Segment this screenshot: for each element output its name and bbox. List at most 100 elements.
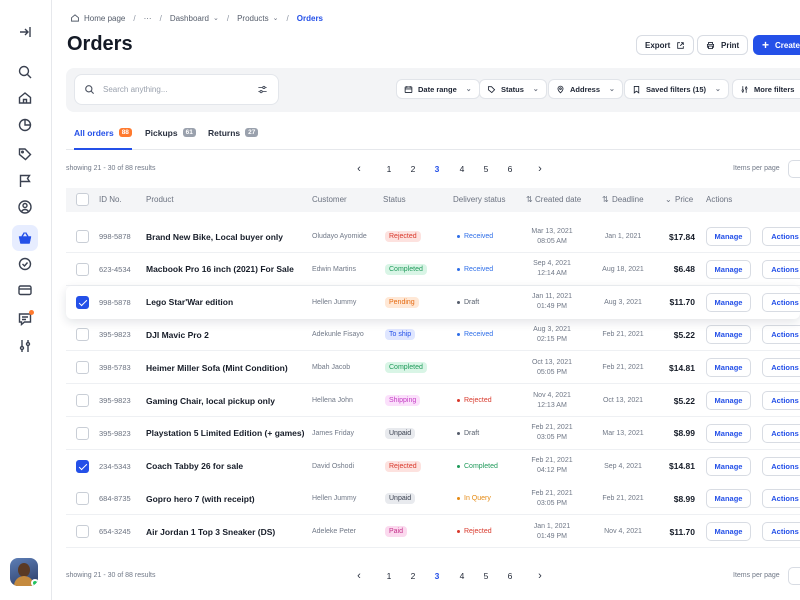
actions-button[interactable]: Actions bbox=[762, 522, 800, 542]
table-row[interactable]: 998-5878 Brand New Bike, Local buyer only… bbox=[66, 220, 800, 253]
print-button[interactable]: Print bbox=[697, 35, 749, 55]
tab-all-orders[interactable]: All orders 88 bbox=[74, 128, 132, 150]
page-4[interactable]: 4 bbox=[455, 161, 469, 177]
col-deadline[interactable]: Deadline bbox=[612, 195, 644, 204]
search-box[interactable] bbox=[74, 74, 279, 105]
saved-filters[interactable]: Saved filters (15) ⌄ bbox=[624, 79, 729, 99]
actions-button[interactable]: Actions bbox=[762, 391, 800, 410]
product-name[interactable]: Macbook Pro 16 inch (2021) For Sale bbox=[146, 253, 294, 286]
select-all-checkbox[interactable] bbox=[76, 193, 89, 206]
sort-down-icon[interactable]: ⌄ bbox=[665, 195, 672, 204]
settings-icon[interactable] bbox=[14, 335, 36, 357]
page-5[interactable]: 5 bbox=[479, 161, 493, 177]
tag-icon[interactable] bbox=[14, 143, 36, 165]
page-2[interactable]: 2 bbox=[406, 568, 420, 584]
product-name[interactable]: Air Jordan 1 Top 3 Sneaker (DS) bbox=[146, 515, 275, 548]
tab-returns[interactable]: Returns 27 bbox=[208, 128, 259, 150]
page-6[interactable]: 6 bbox=[503, 161, 517, 177]
manage-button[interactable]: Manage bbox=[706, 259, 751, 279]
row-checkbox[interactable] bbox=[76, 525, 89, 539]
table-row[interactable]: 395-9823 DJI Mavic Pro 2 Adekunle Fisayo To… bbox=[66, 318, 800, 352]
actions-button[interactable]: Actions bbox=[762, 358, 800, 378]
page-1[interactable]: 1 bbox=[382, 161, 396, 177]
sliders-icon[interactable] bbox=[257, 84, 268, 95]
manage-button[interactable]: Manage bbox=[706, 227, 751, 246]
breadcrumb-products[interactable]: Products bbox=[237, 14, 269, 23]
sort-icon[interactable]: ⇅ bbox=[526, 195, 533, 204]
row-checkbox[interactable] bbox=[76, 394, 89, 407]
page-3[interactable]: 3 bbox=[430, 161, 444, 177]
table-row[interactable]: 684-8735 Gopro hero 7 (with receipt) Helle… bbox=[66, 482, 800, 516]
row-checkbox[interactable] bbox=[76, 492, 89, 506]
row-checkbox[interactable] bbox=[76, 230, 89, 243]
user-icon[interactable] bbox=[14, 196, 36, 218]
row-checkbox[interactable] bbox=[76, 459, 89, 473]
items-per-page-select[interactable] bbox=[788, 160, 800, 178]
col-price[interactable]: Price bbox=[675, 195, 693, 204]
page-1[interactable]: 1 bbox=[382, 568, 396, 584]
chevron-left-icon[interactable]: ‹ bbox=[352, 568, 366, 584]
product-name[interactable]: Coach Tabby 26 for sale bbox=[146, 450, 243, 483]
page-3[interactable]: 3 bbox=[430, 568, 444, 584]
manage-button[interactable]: Manage bbox=[706, 522, 751, 542]
row-checkbox[interactable] bbox=[76, 361, 89, 375]
date-range-filter[interactable]: Date range ⌄ bbox=[396, 79, 480, 99]
home-icon[interactable] bbox=[14, 87, 36, 109]
row-checkbox[interactable] bbox=[76, 262, 89, 276]
actions-button[interactable]: Actions bbox=[762, 259, 800, 279]
table-row[interactable]: 234-5343 Coach Tabby 26 for sale David Osh… bbox=[66, 449, 800, 483]
table-row[interactable]: 998-5878 Lego Star'War edition Hellen Jumm… bbox=[66, 285, 800, 319]
card-icon[interactable] bbox=[14, 279, 36, 301]
manage-button[interactable]: Manage bbox=[706, 391, 751, 410]
chevron-left-icon[interactable]: ‹ bbox=[352, 161, 366, 177]
table-row[interactable]: 395-9823 Playstation 5 Limited Edition (+… bbox=[66, 416, 800, 450]
actions-button[interactable]: Actions bbox=[762, 489, 800, 509]
status-filter[interactable]: Status ⌄ bbox=[479, 79, 547, 99]
table-row[interactable]: 395-9823 Gaming Chair, local pickup only H… bbox=[66, 384, 800, 417]
export-button[interactable]: Export bbox=[636, 35, 695, 55]
col-created[interactable]: Created date bbox=[535, 195, 581, 204]
collapse-icon[interactable] bbox=[14, 21, 36, 43]
chevron-right-icon[interactable]: › bbox=[533, 568, 547, 584]
flag-icon[interactable] bbox=[14, 170, 36, 192]
chevron-right-icon[interactable]: › bbox=[533, 161, 547, 177]
more-filters[interactable]: More filters ⌄ bbox=[732, 79, 800, 99]
search-icon[interactable] bbox=[14, 61, 36, 83]
product-name[interactable]: Playstation 5 Limited Edition (+ games) bbox=[146, 417, 304, 450]
check-badge-icon[interactable] bbox=[14, 253, 36, 275]
row-checkbox[interactable] bbox=[76, 328, 89, 342]
avatar[interactable] bbox=[10, 558, 38, 586]
basket-icon[interactable] bbox=[12, 225, 38, 251]
product-name[interactable]: Brand New Bike, Local buyer only bbox=[146, 220, 283, 253]
manage-button[interactable]: Manage bbox=[706, 489, 751, 509]
manage-button[interactable]: Manage bbox=[706, 292, 751, 312]
page-2[interactable]: 2 bbox=[406, 161, 420, 177]
tab-pickups[interactable]: Pickups 61 bbox=[145, 128, 196, 150]
manage-button[interactable]: Manage bbox=[706, 423, 751, 443]
actions-button[interactable]: Actions bbox=[762, 227, 800, 246]
breadcrumb-ellipsis[interactable]: ··· bbox=[144, 14, 152, 23]
manage-button[interactable]: Manage bbox=[706, 358, 751, 378]
table-row[interactable]: 654-3245 Air Jordan 1 Top 3 Sneaker (DS) A… bbox=[66, 515, 800, 549]
sort-icon[interactable]: ⇅ bbox=[602, 195, 609, 204]
address-filter[interactable]: Address ⌄ bbox=[548, 79, 623, 99]
chat-icon[interactable] bbox=[14, 308, 36, 330]
actions-button[interactable]: Actions bbox=[762, 292, 800, 312]
product-name[interactable]: Lego Star'War edition bbox=[146, 286, 233, 319]
actions-button[interactable]: Actions bbox=[762, 456, 800, 476]
items-per-page-select-bottom[interactable] bbox=[788, 567, 800, 585]
product-name[interactable]: Gaming Chair, local pickup only bbox=[146, 384, 275, 417]
page-5[interactable]: 5 bbox=[479, 568, 493, 584]
manage-button[interactable]: Manage bbox=[706, 456, 751, 476]
breadcrumb-dashboard[interactable]: Dashboard bbox=[170, 14, 209, 23]
create-order-button[interactable]: + Create o bbox=[753, 35, 800, 55]
actions-button[interactable]: Actions bbox=[762, 423, 800, 443]
page-6[interactable]: 6 bbox=[503, 568, 517, 584]
row-checkbox[interactable] bbox=[76, 295, 89, 309]
product-name[interactable]: Heimer Miller Sofa (Mint Condition) bbox=[146, 351, 288, 384]
table-row[interactable]: 623-4534 Macbook Pro 16 inch (2021) For S… bbox=[66, 252, 800, 286]
actions-button[interactable]: Actions bbox=[762, 325, 800, 345]
chart-icon[interactable] bbox=[14, 114, 36, 136]
product-name[interactable]: Gopro hero 7 (with receipt) bbox=[146, 482, 255, 515]
table-row[interactable]: 398-5783 Heimer Miller Sofa (Mint Conditi… bbox=[66, 351, 800, 385]
